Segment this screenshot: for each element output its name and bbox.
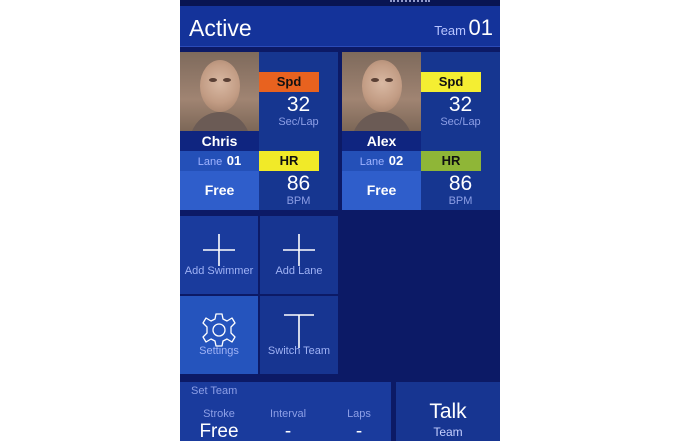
switch-team-button[interactable]: Switch Team: [260, 296, 338, 374]
swimmer-metrics: Spd 32 Sec/Lap HR 86 BPM: [259, 52, 338, 210]
stroke-selector[interactable]: Stroke Free: [184, 408, 254, 441]
swimmer-name: Alex: [342, 131, 421, 151]
add-lane-label: Add Lane: [275, 265, 323, 277]
talk-label: Talk: [429, 400, 467, 423]
swimmer-card-alex[interactable]: Alex Lane 02 Free Spd 32 Sec/Lap HR 86 B…: [342, 52, 500, 210]
gear-icon: [202, 313, 236, 347]
heart-rate-unit: BPM: [286, 195, 311, 207]
lane-number: 02: [388, 153, 404, 168]
add-swimmer-button[interactable]: Add Swimmer: [180, 216, 258, 294]
set-team-title: Set Team: [191, 385, 238, 397]
speed-unit: Sec/Lap: [440, 116, 481, 128]
switch-team-label: Switch Team: [267, 345, 331, 357]
speed-unit: Sec/Lap: [278, 116, 319, 128]
swimmer-photo: [342, 52, 421, 131]
add-lane-button[interactable]: Add Lane: [260, 216, 338, 294]
heart-rate-badge: HR: [259, 151, 319, 171]
add-swimmer-label: Add Swimmer: [184, 265, 254, 277]
swimmer-photo: [180, 52, 259, 131]
swimmer-stroke: Free: [342, 171, 421, 210]
speed-badge: Spd: [259, 72, 319, 92]
laps-header: Laps: [347, 408, 371, 420]
set-team-panel: Set Team Stroke Free Interval - Laps -: [180, 382, 391, 441]
swimmer-stroke: Free: [180, 171, 259, 210]
settings-button[interactable]: Settings: [180, 296, 258, 374]
speed-value: 32: [286, 93, 311, 116]
lane-label: Lane: [359, 156, 385, 168]
laps-selector[interactable]: Laps -: [324, 408, 394, 441]
app-screen: Active Team 01 Chris Lane 01 Free Spd 32…: [180, 0, 500, 441]
talk-team-button[interactable]: Talk Team: [396, 382, 500, 441]
swimmer-lane: Lane 02: [342, 151, 421, 171]
plus-icon: [203, 234, 235, 266]
interval-selector[interactable]: Interval -: [253, 408, 323, 441]
plus-icon: [283, 234, 315, 266]
team-number[interactable]: 01: [469, 15, 493, 41]
team-label: Team: [434, 23, 466, 38]
t-icon: [284, 314, 314, 348]
heart-rate-value: 86: [286, 172, 311, 195]
talk-team-label: Team: [433, 425, 463, 439]
laps-value: -: [355, 421, 363, 441]
lane-label: Lane: [197, 156, 223, 168]
face-image: [362, 60, 402, 112]
lane-number: 01: [226, 153, 242, 168]
interval-header: Interval: [269, 408, 307, 420]
header-bar: Active Team 01: [180, 6, 500, 47]
status-icons: [390, 0, 430, 3]
speed-badge: Spd: [421, 72, 481, 92]
swimmer-name: Chris: [180, 131, 259, 151]
heart-rate-value: 86: [448, 172, 473, 195]
page-title: Active: [189, 15, 252, 41]
swimmer-metrics: Spd 32 Sec/Lap HR 86 BPM: [421, 52, 500, 210]
swimmer-card-chris[interactable]: Chris Lane 01 Free Spd 32 Sec/Lap HR 86 …: [180, 52, 338, 210]
settings-label: Settings: [199, 345, 239, 357]
swimmer-lane: Lane 01: [180, 151, 259, 171]
stroke-header: Stroke: [203, 408, 235, 420]
heart-rate-unit: BPM: [448, 195, 473, 207]
speed-value: 32: [448, 93, 473, 116]
heart-rate-badge: HR: [421, 151, 481, 171]
face-image: [200, 60, 240, 112]
interval-value: -: [284, 421, 292, 441]
stroke-value: Free: [199, 421, 239, 441]
